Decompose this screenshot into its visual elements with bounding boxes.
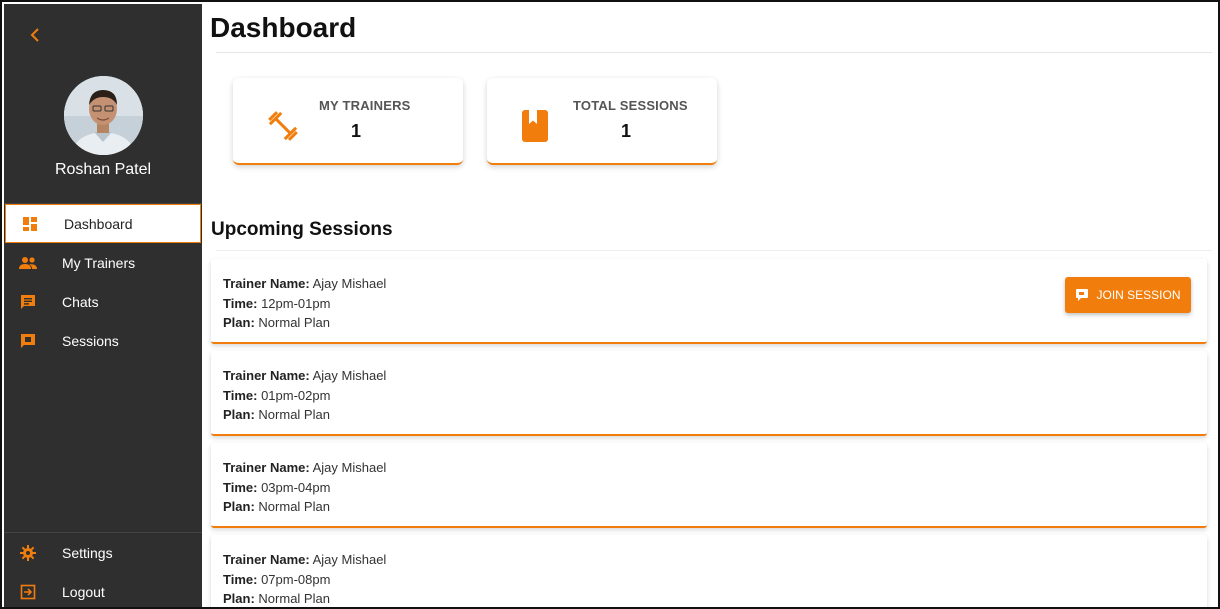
trainer-name-row: Trainer Name: Ajay Mishael: [223, 552, 386, 567]
sidebar-item-label: My Trainers: [62, 254, 136, 271]
sessions-list: Trainer Name: Ajay Mishael Time: 12pm-01…: [211, 259, 1207, 607]
sidebar-item-label: Logout: [62, 583, 105, 600]
chevron-left-icon[interactable]: [24, 24, 46, 46]
divider: [216, 250, 1212, 251]
stat-title: MY TRAINERS: [319, 98, 411, 113]
sidebar-item-logout[interactable]: Logout: [4, 572, 202, 607]
sessions-icon: [18, 331, 38, 351]
chat-icon: [18, 292, 38, 312]
plan-value: Normal Plan: [258, 407, 330, 422]
time-row: Time: 12pm-01pm: [223, 296, 330, 311]
stat-card-total-sessions[interactable]: TOTAL SESSIONS 1: [487, 78, 717, 165]
plan-row: Plan: Normal Plan: [223, 499, 330, 514]
time-label: Time:: [223, 296, 258, 311]
trainer-name-row: Trainer Name: Ajay Mishael: [223, 276, 386, 291]
plan-row: Plan: Normal Plan: [223, 315, 330, 330]
sidebar-item-dashboard[interactable]: Dashboard: [5, 204, 201, 243]
trainer-name-value: Ajay Mishael: [312, 552, 387, 567]
sidebar-nav: Dashboard My Trainers Chats Sessions: [4, 203, 202, 360]
plan-value: Normal Plan: [258, 499, 330, 514]
time-value: 01pm-02pm: [261, 388, 331, 403]
time-value: 07pm-08pm: [261, 572, 331, 587]
plan-label: Plan:: [223, 315, 255, 330]
session-card: Trainer Name: Ajay Mishael Time: 12pm-01…: [211, 259, 1207, 344]
dashboard-icon: [20, 214, 40, 234]
user-name: Roshan Patel: [54, 161, 152, 178]
session-card: Trainer Name: Ajay Mishael Time: 01pm-02…: [211, 351, 1207, 436]
time-label: Time:: [223, 572, 258, 587]
sidebar-bottom-nav: Settings Logout: [4, 532, 202, 607]
video-call-icon: [1075, 288, 1089, 302]
session-card: Trainer Name: Ajay Mishael Time: 07pm-08…: [211, 535, 1207, 607]
sidebar-item-sessions[interactable]: Sessions: [4, 321, 202, 360]
trainer-name-row: Trainer Name: Ajay Mishael: [223, 368, 386, 383]
sidebar-item-label: Dashboard: [64, 215, 133, 232]
plan-value: Normal Plan: [258, 315, 330, 330]
avatar: [64, 76, 143, 155]
trainer-name-label: Trainer Name:: [223, 460, 310, 475]
sidebar: Roshan Patel Dashboard My Trainers Chats: [4, 4, 202, 607]
stat-card-my-trainers[interactable]: MY TRAINERS 1: [233, 78, 463, 165]
people-icon: [18, 253, 38, 273]
time-value: 03pm-04pm: [261, 480, 331, 495]
time-label: Time:: [223, 388, 258, 403]
sidebar-item-label: Settings: [62, 544, 113, 561]
time-row: Time: 01pm-02pm: [223, 388, 330, 403]
stat-value: 1: [621, 121, 632, 141]
sidebar-item-label: Chats: [62, 293, 99, 310]
sidebar-item-my-trainers[interactable]: My Trainers: [4, 243, 202, 282]
sidebar-item-label: Sessions: [62, 332, 119, 349]
sidebar-item-chats[interactable]: Chats: [4, 282, 202, 321]
plan-value: Normal Plan: [258, 591, 330, 606]
section-title-upcoming-sessions: Upcoming Sessions: [211, 219, 393, 240]
page-title: Dashboard: [210, 12, 357, 43]
trainer-name-label: Trainer Name:: [223, 368, 310, 383]
stat-title: TOTAL SESSIONS: [573, 98, 688, 113]
plan-label: Plan:: [223, 591, 255, 606]
join-session-label: JOIN SESSION: [1096, 288, 1181, 302]
logout-icon: [18, 582, 38, 602]
trainer-name-row: Trainer Name: Ajay Mishael: [223, 460, 386, 475]
gear-icon: [18, 543, 38, 563]
trainer-name-value: Ajay Mishael: [312, 276, 387, 291]
trainer-name-value: Ajay Mishael: [312, 368, 387, 383]
divider: [216, 52, 1212, 53]
trainer-name-label: Trainer Name:: [223, 552, 310, 567]
sidebar-item-settings[interactable]: Settings: [4, 533, 202, 572]
time-label: Time:: [223, 480, 258, 495]
stat-value: 1: [351, 121, 362, 141]
session-card: Trainer Name: Ajay Mishael Time: 03pm-04…: [211, 443, 1207, 528]
trainer-name-value: Ajay Mishael: [312, 460, 387, 475]
plan-label: Plan:: [223, 499, 255, 514]
plan-row: Plan: Normal Plan: [223, 407, 330, 422]
main-content: Dashboard MY TRAINERS 1 TOTAL SESSIONS 1…: [202, 4, 1218, 607]
trainer-name-label: Trainer Name:: [223, 276, 310, 291]
plan-label: Plan:: [223, 407, 255, 422]
time-row: Time: 03pm-04pm: [223, 480, 330, 495]
plan-row: Plan: Normal Plan: [223, 591, 330, 606]
time-value: 12pm-01pm: [261, 296, 331, 311]
join-session-button[interactable]: JOIN SESSION: [1065, 277, 1191, 313]
time-row: Time: 07pm-08pm: [223, 572, 330, 587]
app-frame: Roshan Patel Dashboard My Trainers Chats: [0, 0, 1220, 609]
